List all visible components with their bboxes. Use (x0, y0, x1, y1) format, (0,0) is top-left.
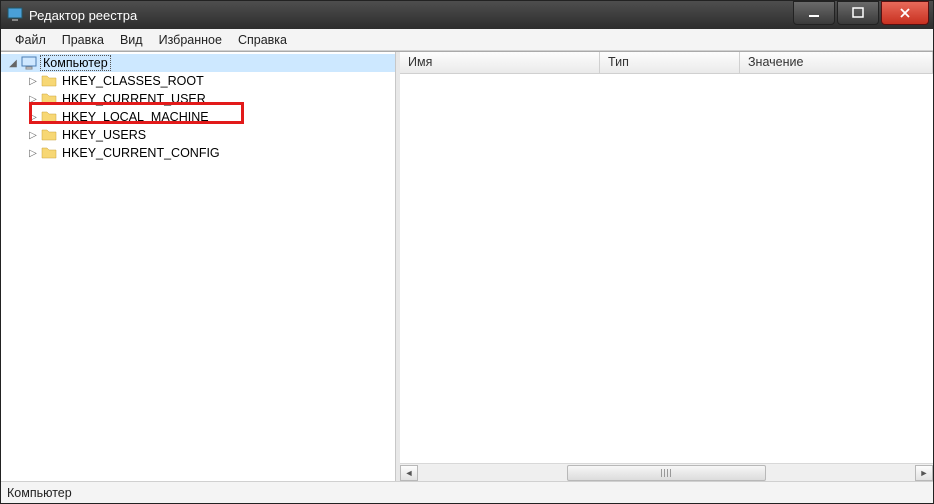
expander-expand-icon[interactable]: ▷ (27, 129, 39, 141)
tree-node-hkcc[interactable]: ▷ HKEY_CURRENT_CONFIG (1, 144, 395, 162)
scroll-track[interactable] (418, 465, 915, 481)
tree-node-label: HKEY_CURRENT_USER (60, 92, 208, 106)
tree-node-label: HKEY_USERS (60, 128, 148, 142)
folder-icon (41, 109, 57, 125)
column-header-name[interactable]: Имя (400, 52, 600, 73)
tree-node-label: HKEY_CLASSES_ROOT (60, 74, 206, 88)
expander-expand-icon[interactable]: ▷ (27, 111, 39, 123)
minimize-button[interactable] (793, 1, 835, 25)
tree-node-hkcu[interactable]: ▷ HKEY_CURRENT_USER (1, 90, 395, 108)
close-button[interactable] (881, 1, 929, 25)
scroll-left-button[interactable]: ◄ (400, 465, 418, 481)
computer-icon (21, 55, 37, 71)
expander-expand-icon[interactable]: ▷ (27, 93, 39, 105)
registry-tree[interactable]: ◢ Компьютер ▷ HKEY_CLASSES_ROOT ▷ (1, 54, 395, 162)
tree-node-label: HKEY_CURRENT_CONFIG (60, 146, 222, 160)
tree-panel: ◢ Компьютер ▷ HKEY_CLASSES_ROOT ▷ (1, 52, 396, 481)
menu-help[interactable]: Справка (230, 31, 295, 49)
menu-edit[interactable]: Правка (54, 31, 112, 49)
grip-icon (661, 469, 671, 477)
column-header-value[interactable]: Значение (740, 52, 933, 73)
window-controls (793, 1, 933, 29)
window-title: Редактор реестра (29, 8, 793, 23)
titlebar[interactable]: Редактор реестра (1, 1, 933, 29)
tree-node-computer[interactable]: ◢ Компьютер (1, 54, 395, 72)
tree-node-hku[interactable]: ▷ HKEY_USERS (1, 126, 395, 144)
menu-file[interactable]: Файл (7, 31, 54, 49)
tree-node-label: HKEY_LOCAL_MACHINE (60, 110, 211, 124)
folder-icon (41, 145, 57, 161)
expander-collapse-icon[interactable]: ◢ (7, 57, 19, 69)
column-header-type[interactable]: Тип (600, 52, 740, 73)
maximize-button[interactable] (837, 1, 879, 25)
menu-favorites[interactable]: Избранное (151, 31, 230, 49)
folder-icon (41, 73, 57, 89)
menu-view[interactable]: Вид (112, 31, 151, 49)
scroll-thumb[interactable] (567, 465, 766, 481)
tree-node-hkcr[interactable]: ▷ HKEY_CLASSES_ROOT (1, 72, 395, 90)
expander-expand-icon[interactable]: ▷ (27, 147, 39, 159)
statusbar: Компьютер (1, 481, 933, 503)
horizontal-scrollbar[interactable]: ◄ ► (400, 463, 933, 481)
values-panel: Имя Тип Значение ◄ ► (400, 52, 933, 481)
registry-editor-window: Редактор реестра Файл Правка Вид Избранн… (0, 0, 934, 504)
expander-expand-icon[interactable]: ▷ (27, 75, 39, 87)
statusbar-path: Компьютер (7, 486, 72, 500)
client-area: ◢ Компьютер ▷ HKEY_CLASSES_ROOT ▷ (1, 51, 933, 481)
tree-node-hklm[interactable]: ▷ HKEY_LOCAL_MACHINE (1, 108, 395, 126)
tree-node-label: Компьютер (40, 55, 111, 71)
folder-icon (41, 127, 57, 143)
list-body[interactable] (400, 74, 933, 463)
list-header: Имя Тип Значение (400, 52, 933, 74)
app-icon (7, 7, 23, 23)
scroll-right-button[interactable]: ► (915, 465, 933, 481)
folder-icon (41, 91, 57, 107)
menubar: Файл Правка Вид Избранное Справка (1, 29, 933, 51)
